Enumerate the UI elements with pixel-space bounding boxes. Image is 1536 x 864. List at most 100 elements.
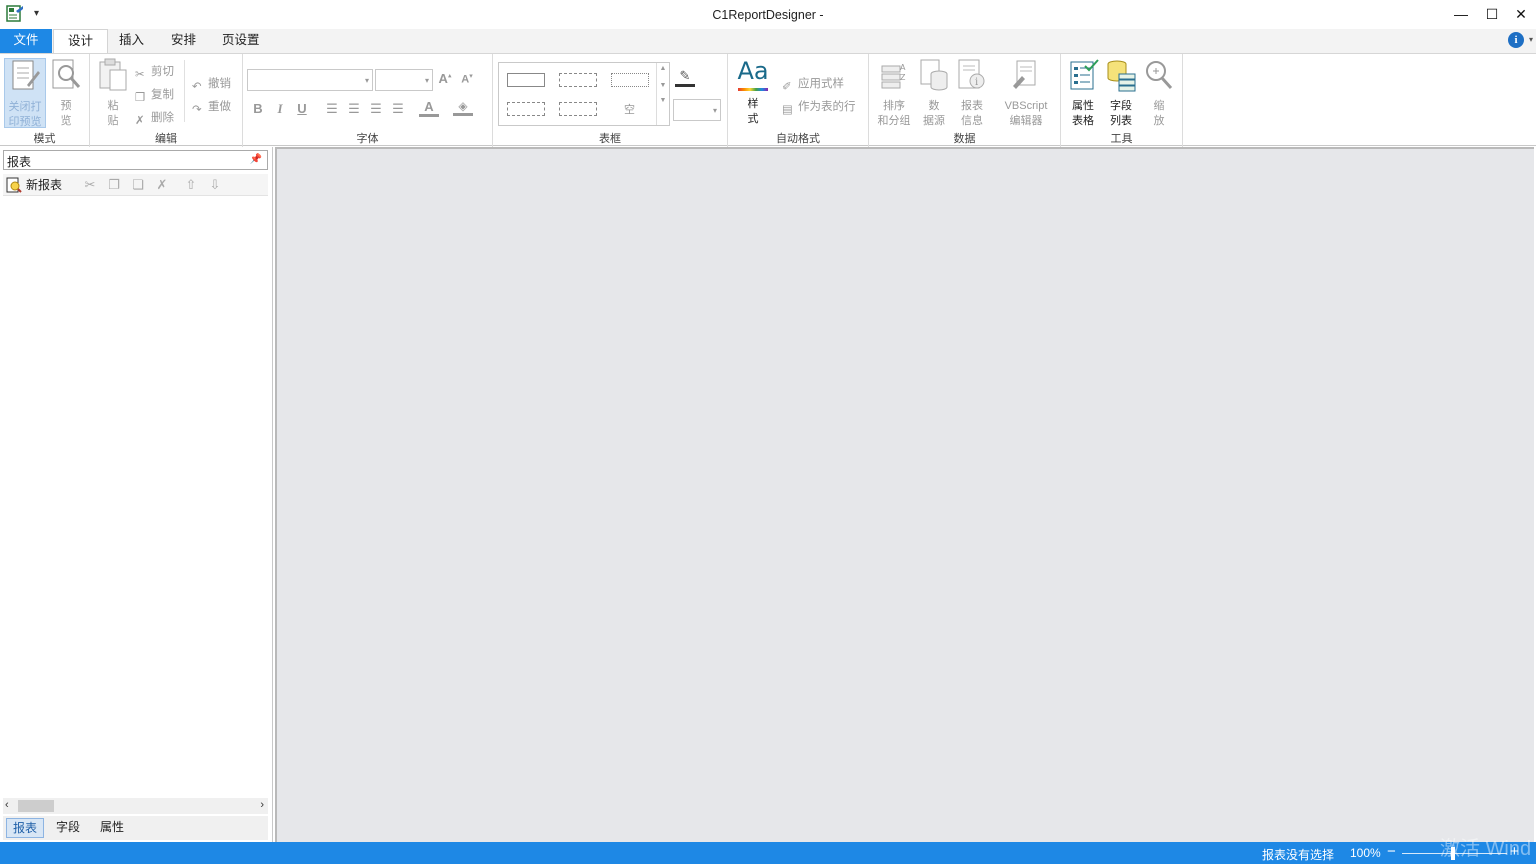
bold-button[interactable]: B	[248, 101, 268, 116]
sort-group-button[interactable]: A Z 排序 和分组	[873, 58, 915, 129]
panel-toolbar: 新报表 ✂ ❐ ❏ ✗ ⇧ ⇩	[3, 174, 268, 196]
svg-text:A: A	[900, 63, 906, 72]
border-style-gallery[interactable]: 空 ▲ ▼ ▼	[498, 62, 670, 126]
redo-button[interactable]: ↷ 重做	[192, 98, 231, 116]
tab-fields[interactable]: 字段	[50, 818, 86, 838]
fill-color-button[interactable]: ◈	[453, 99, 473, 116]
datasource-button[interactable]: 数 据源	[915, 58, 953, 129]
font-size-combo[interactable]: ▾	[375, 69, 433, 91]
move-down-icon[interactable]: ⇩	[207, 177, 223, 193]
undo-button[interactable]: ↶ 撤销	[192, 75, 231, 93]
grow-font-button[interactable]: A▴	[435, 71, 455, 86]
style-label: 样 式	[747, 98, 759, 125]
style-color-strip	[738, 88, 768, 91]
zoom-slider-thumb[interactable]	[1451, 847, 1455, 860]
property-grid-label: 属性 表格	[1072, 100, 1094, 127]
design-canvas[interactable]	[275, 147, 1534, 842]
italic-button[interactable]: I	[270, 101, 290, 117]
preview-icon	[52, 59, 81, 89]
shrink-font-button[interactable]: A▾	[457, 72, 477, 86]
border-color-button[interactable]: ✎	[675, 68, 695, 87]
vbscript-editor-button[interactable]: VBScript 编辑器	[999, 58, 1053, 129]
report-tree[interactable]	[3, 197, 268, 797]
chevron-left-icon[interactable]: ‹	[5, 799, 9, 811]
apply-style-button[interactable]: ✐ 应用式样	[782, 75, 844, 93]
tab-insert[interactable]: 插入	[105, 29, 158, 53]
ribbon-tabs: 文件 设计 插入 安排 页设置 i ▾	[0, 29, 1536, 53]
font-color-button[interactable]: A	[419, 99, 439, 117]
gallery-scrollbar[interactable]: ▲ ▼ ▼	[656, 63, 669, 125]
justify-button[interactable]: ☰	[388, 101, 408, 117]
status-text: 报表没有选择	[1262, 848, 1335, 862]
border-dashdotdot-swatch[interactable]	[559, 102, 597, 116]
align-center-button[interactable]: ☰	[344, 101, 364, 117]
tab-properties[interactable]: 属性	[94, 818, 130, 838]
cut-button[interactable]: ✂ 剪切	[135, 63, 174, 81]
tab-page-setup[interactable]: 页设置	[208, 29, 274, 53]
close-button[interactable]: ✕	[1506, 0, 1536, 28]
style-button[interactable]: Aa 样 式	[734, 58, 772, 127]
field-list-button[interactable]: 字段 列表	[1102, 58, 1140, 129]
svg-text:i: i	[975, 77, 978, 88]
copy-label: 复制	[151, 89, 174, 101]
pin-icon[interactable]: 📌	[250, 154, 262, 165]
border-dashdot-swatch[interactable]	[507, 102, 545, 116]
as-table-row-label: 作为表的行	[798, 101, 856, 113]
property-grid-button[interactable]: 属性 表格	[1064, 58, 1102, 129]
help-caret-icon[interactable]: ▾	[1529, 35, 1533, 44]
zoom-out-button[interactable]: −	[1387, 843, 1396, 860]
new-report-button[interactable]: 新报表	[6, 176, 62, 194]
status-bar: 报表没有选择 100% − +	[0, 842, 1536, 864]
copy-icon[interactable]: ❐	[106, 177, 122, 193]
minimize-button[interactable]: —	[1446, 0, 1476, 28]
border-dashed-swatch[interactable]	[559, 73, 597, 87]
help-icon[interactable]: i	[1508, 32, 1524, 48]
new-report-icon	[6, 177, 22, 193]
tab-design[interactable]: 设计	[53, 29, 109, 53]
align-right-button[interactable]: ☰	[366, 101, 386, 117]
tab-file[interactable]: 文件	[0, 29, 52, 53]
redo-icon: ↷	[192, 104, 202, 116]
scrollbar-thumb[interactable]	[18, 800, 54, 812]
style-icon: Aa	[737, 57, 769, 85]
close-print-preview-button[interactable]: 关闭打 印预览	[4, 58, 46, 128]
script-icon	[1013, 60, 1036, 89]
tab-arrange[interactable]: 安排	[157, 29, 210, 53]
border-dotted-swatch[interactable]	[611, 73, 649, 87]
chevron-down-icon[interactable]: ▼	[657, 82, 669, 89]
zoom-in-button[interactable]: +	[1510, 843, 1519, 860]
title-bar: ▾ C1ReportDesigner - — ☐ ✕	[0, 0, 1536, 30]
group-autoformat: Aa 样 式 ✐ 应用式样 ▤ 作为表的行 自动格式	[728, 54, 869, 147]
maximize-button[interactable]: ☐	[1477, 0, 1507, 28]
tab-reports[interactable]: 报表	[6, 818, 45, 838]
underline-button[interactable]: U	[292, 101, 312, 116]
copy-button[interactable]: ❐ 复制	[135, 86, 174, 104]
paste-icon[interactable]: ❏	[130, 177, 146, 193]
horizontal-scrollbar[interactable]: ‹ ›	[3, 798, 268, 814]
delete-icon[interactable]: ✗	[154, 177, 170, 193]
border-none-swatch[interactable]: 空	[624, 101, 635, 117]
zoom-button[interactable]: 缩 放	[1140, 58, 1178, 129]
group-edit-label: 编辑	[155, 133, 177, 145]
align-left-button[interactable]: ☰	[322, 101, 342, 117]
preview-button[interactable]: 预 览	[47, 58, 85, 129]
chevron-up-icon[interactable]: ▲	[657, 65, 669, 72]
as-table-row-button[interactable]: ▤ 作为表的行	[782, 98, 856, 116]
cut-label: 剪切	[151, 66, 174, 78]
report-explorer-panel: 报表 📌 新报表 ✂ ❐ ❏ ✗ ⇧ ⇩ ‹ › 报表 字段 属性	[0, 147, 273, 842]
paste-button[interactable]: 粘 贴	[94, 58, 132, 129]
border-solid-swatch[interactable]	[507, 73, 545, 87]
font-name-combo[interactable]: ▾	[247, 69, 373, 91]
report-info-button[interactable]: i 报表 信息	[953, 58, 991, 129]
chevron-right-icon[interactable]: ›	[260, 799, 264, 811]
cut-icon[interactable]: ✂	[82, 177, 98, 193]
grow-font-icon: A	[438, 71, 448, 86]
gallery-more-icon[interactable]: ▼	[657, 97, 669, 104]
move-up-icon[interactable]: ⇧	[183, 177, 199, 193]
datasource-label: 数 据源	[923, 100, 945, 127]
border-width-combo[interactable]: ▾	[673, 99, 721, 121]
magnifier-icon	[1146, 61, 1173, 90]
preview-label: 预 览	[60, 100, 72, 127]
undo-icon: ↶	[192, 81, 202, 93]
delete-button[interactable]: ✗ 删除	[135, 109, 174, 127]
